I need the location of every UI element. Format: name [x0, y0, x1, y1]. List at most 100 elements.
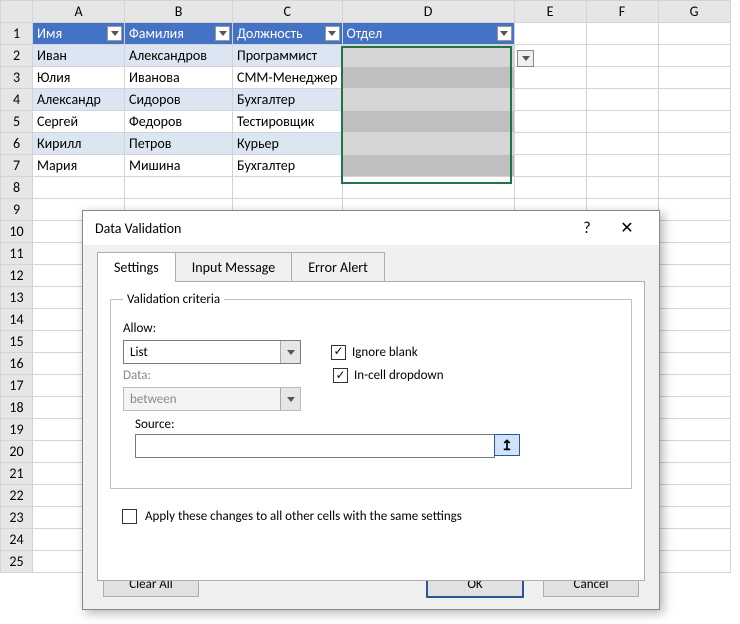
cell[interactable]: [586, 45, 658, 67]
cell[interactable]: [33, 177, 125, 199]
table-header-position[interactable]: Должность: [233, 23, 343, 45]
row-header-21[interactable]: 21: [1, 463, 33, 485]
cell[interactable]: Программист: [233, 45, 343, 67]
chevron-down-icon[interactable]: [280, 341, 300, 363]
cell[interactable]: [658, 177, 730, 199]
cell[interactable]: [514, 133, 586, 155]
row-header-6[interactable]: 6: [1, 133, 33, 155]
row-header-13[interactable]: 13: [1, 287, 33, 309]
cell[interactable]: [233, 177, 343, 199]
select-all-corner[interactable]: [1, 1, 33, 23]
allow-combobox[interactable]: List: [123, 340, 301, 364]
cell[interactable]: [658, 309, 730, 331]
cell[interactable]: Сергей: [33, 111, 125, 133]
cell[interactable]: Александр: [33, 89, 125, 111]
filter-arrow-icon[interactable]: [497, 26, 512, 41]
row-header-12[interactable]: 12: [1, 265, 33, 287]
cell[interactable]: [658, 45, 730, 67]
row-header-25[interactable]: 25: [1, 551, 33, 573]
row-header-24[interactable]: 24: [1, 529, 33, 551]
source-input[interactable]: [136, 435, 494, 457]
cell[interactable]: [658, 331, 730, 353]
cell[interactable]: [658, 507, 730, 529]
row-header-2[interactable]: 2: [1, 45, 33, 67]
cell[interactable]: Иванова: [125, 67, 233, 89]
cell-selected[interactable]: [342, 133, 514, 155]
cell-selected[interactable]: [342, 67, 514, 89]
cell[interactable]: [658, 265, 730, 287]
cell[interactable]: Иван: [33, 45, 125, 67]
cell[interactable]: [658, 23, 730, 45]
cell[interactable]: [658, 529, 730, 551]
dialog-titlebar[interactable]: Data Validation ? ✕: [83, 211, 659, 245]
row-header-1[interactable]: 1: [1, 23, 33, 45]
row-header-16[interactable]: 16: [1, 353, 33, 375]
tab-settings[interactable]: Settings: [97, 252, 176, 282]
close-icon[interactable]: ✕: [607, 218, 647, 238]
cell[interactable]: [586, 89, 658, 111]
filter-arrow-icon[interactable]: [325, 26, 340, 41]
tab-input-message[interactable]: Input Message: [175, 252, 292, 282]
cell[interactable]: [514, 111, 586, 133]
cell[interactable]: Кирилл: [33, 133, 125, 155]
row-header-14[interactable]: 14: [1, 309, 33, 331]
cell[interactable]: [658, 485, 730, 507]
cell[interactable]: [658, 133, 730, 155]
row-header-19[interactable]: 19: [1, 419, 33, 441]
col-header-B[interactable]: B: [125, 1, 233, 23]
cell[interactable]: [342, 177, 514, 199]
row-header-10[interactable]: 10: [1, 221, 33, 243]
cell[interactable]: [658, 551, 730, 573]
cell[interactable]: [658, 155, 730, 177]
cell[interactable]: [658, 111, 730, 133]
filter-arrow-icon[interactable]: [107, 26, 122, 41]
tab-error-alert[interactable]: Error Alert: [291, 252, 385, 282]
cell[interactable]: [514, 89, 586, 111]
table-header-name[interactable]: Имя: [33, 23, 125, 45]
cell[interactable]: [586, 67, 658, 89]
table-header-department[interactable]: Отдел: [342, 23, 514, 45]
cell[interactable]: Бухгалтер: [233, 155, 343, 177]
cell[interactable]: Курьер: [233, 133, 343, 155]
ignore-blank-checkbox[interactable]: ✓ Ignore blank: [331, 345, 418, 360]
cell[interactable]: [514, 155, 586, 177]
cell[interactable]: [658, 243, 730, 265]
row-header-15[interactable]: 15: [1, 331, 33, 353]
row-header-3[interactable]: 3: [1, 67, 33, 89]
cell-selected[interactable]: [342, 45, 514, 67]
cell[interactable]: [658, 353, 730, 375]
cell[interactable]: Федоров: [125, 111, 233, 133]
row-header-18[interactable]: 18: [1, 397, 33, 419]
row-header-17[interactable]: 17: [1, 375, 33, 397]
cell[interactable]: [586, 133, 658, 155]
cell[interactable]: [658, 375, 730, 397]
cell[interactable]: [586, 111, 658, 133]
filter-arrow-icon[interactable]: [215, 26, 230, 41]
cell[interactable]: [586, 23, 658, 45]
cell[interactable]: [658, 441, 730, 463]
col-header-C[interactable]: C: [233, 1, 343, 23]
cell[interactable]: [658, 89, 730, 111]
row-header-5[interactable]: 5: [1, 111, 33, 133]
row-header-7[interactable]: 7: [1, 155, 33, 177]
table-header-surname[interactable]: Фамилия: [125, 23, 233, 45]
cell[interactable]: [514, 23, 586, 45]
col-header-D[interactable]: D: [342, 1, 514, 23]
row-header-8[interactable]: 8: [1, 177, 33, 199]
cell[interactable]: [658, 419, 730, 441]
cell[interactable]: [514, 67, 586, 89]
cell[interactable]: Тестировщик: [233, 111, 343, 133]
row-header-9[interactable]: 9: [1, 199, 33, 221]
row-header-11[interactable]: 11: [1, 243, 33, 265]
cell[interactable]: [658, 67, 730, 89]
range-picker-button[interactable]: ↥: [494, 434, 520, 456]
cell[interactable]: [514, 177, 586, 199]
cell[interactable]: [125, 177, 233, 199]
cell[interactable]: [586, 177, 658, 199]
cell[interactable]: Юлия: [33, 67, 125, 89]
cell[interactable]: [586, 155, 658, 177]
col-header-E[interactable]: E: [514, 1, 586, 23]
cell[interactable]: [658, 463, 730, 485]
cell[interactable]: [658, 221, 730, 243]
cell[interactable]: [658, 397, 730, 419]
